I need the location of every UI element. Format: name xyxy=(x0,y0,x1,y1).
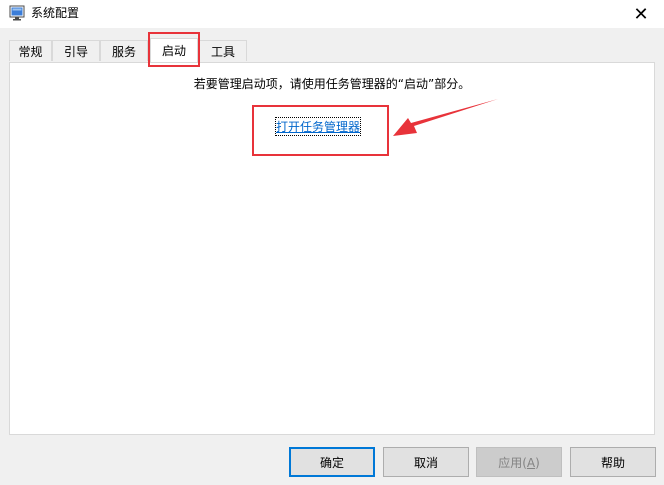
apply-button[interactable]: 应用(A) xyxy=(476,447,562,477)
help-label: 帮助 xyxy=(600,455,625,470)
ok-button[interactable]: 确定 xyxy=(289,447,375,477)
tab-label: 工具 xyxy=(210,44,235,59)
tab-services[interactable]: 服务 xyxy=(100,40,148,61)
window-title: 系统配置 xyxy=(31,6,80,20)
tab-boot[interactable]: 引导 xyxy=(52,40,100,61)
apply-label: 应用(A) xyxy=(498,455,540,470)
system-config-window: 系统配置 ✕ 常规 引导 服务 启动 工具 若要管理启动项，请使用任务管理器的“… xyxy=(0,0,664,485)
link-text: 打开任务管理器 xyxy=(276,120,361,134)
tab-tools[interactable]: 工具 xyxy=(199,40,247,61)
tab-label: 常规 xyxy=(18,44,43,59)
startup-tab-panel: 若要管理启动项，请使用任务管理器的“启动”部分。 打开任务管理器 xyxy=(9,62,655,435)
close-icon: ✕ xyxy=(633,3,649,25)
title-bar[interactable]: 系统配置 ✕ xyxy=(0,0,664,28)
startup-instruction: 若要管理启动项，请使用任务管理器的“启动”部分。 xyxy=(193,77,471,91)
tab-label: 启动 xyxy=(161,44,186,58)
help-button[interactable]: 帮助 xyxy=(570,447,656,477)
open-task-manager-link[interactable]: 打开任务管理器 xyxy=(274,117,362,136)
cancel-label: 取消 xyxy=(413,455,438,470)
ok-label: 确定 xyxy=(319,455,344,470)
tab-general[interactable]: 常规 xyxy=(9,40,52,61)
close-button[interactable]: ✕ xyxy=(618,0,664,28)
tab-label: 引导 xyxy=(63,44,88,59)
cancel-button[interactable]: 取消 xyxy=(383,447,469,477)
msconfig-icon xyxy=(9,5,25,21)
tab-label: 服务 xyxy=(111,44,136,59)
tab-startup[interactable]: 启动 xyxy=(150,38,198,62)
